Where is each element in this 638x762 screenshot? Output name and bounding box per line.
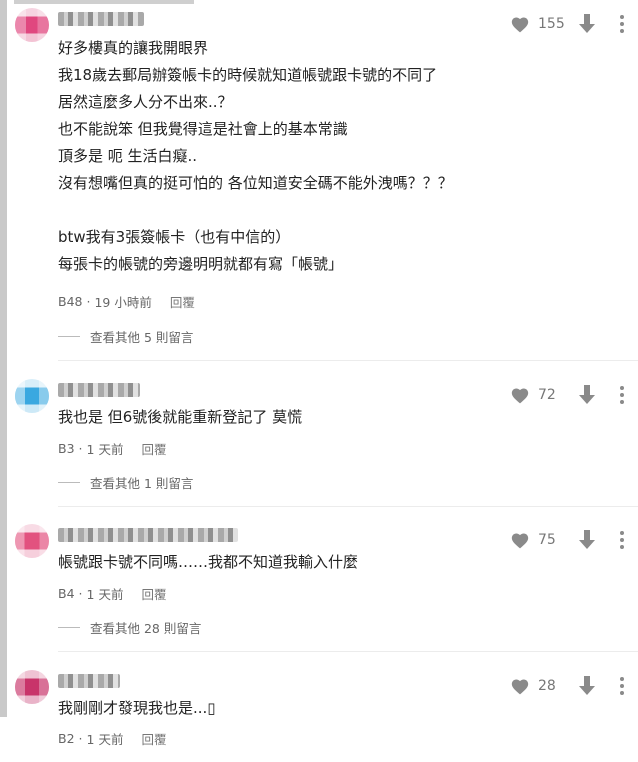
comment-line: 居然這麼多人分不出來..？ — [58, 93, 233, 111]
divider — [58, 651, 638, 652]
view-more-dash — [58, 482, 80, 483]
reply-button[interactable]: 回覆 — [141, 584, 166, 603]
comment-meta: B2 · 1 天前 回覆 — [58, 729, 166, 748]
arrow-down-icon[interactable] — [578, 530, 596, 550]
comment-line: 每張卡的帳號的旁邊明明就都有寫「帳號」 — [58, 255, 344, 273]
author-name-blurred[interactable] — [58, 674, 120, 688]
like-count: 72 — [538, 387, 556, 403]
floor-label: B3 — [58, 441, 75, 456]
comment-text: 帳號跟卡號不同嗎……我都不知道我輸入什麼 — [58, 549, 358, 576]
view-more-label: 查看其他 28 則留言 — [90, 621, 202, 636]
comment-line: btw我有3張簽帳卡（也有中信的） — [58, 228, 291, 246]
view-more-label: 查看其他 5 則留言 — [90, 330, 194, 345]
thread-rail-top — [14, 0, 194, 4]
more-vertical-icon[interactable] — [620, 677, 624, 695]
floor-label: B2 — [58, 731, 75, 746]
timestamp: 1 天前 — [86, 442, 124, 457]
comment-line: 帳號跟卡號不同嗎……我都不知道我輸入什麼 — [58, 553, 359, 571]
comment-line: 我18歲去郵局辦簽帳卡的時候就知道帳號跟卡號的不同了 — [58, 66, 438, 84]
comment-actions: 155 — [510, 14, 624, 34]
view-more-replies[interactable]: 查看其他 1 則留言 — [58, 473, 193, 492]
comment-actions: 72 — [510, 385, 624, 405]
author-name-blurred[interactable] — [58, 383, 140, 397]
reply-button[interactable]: 回覆 — [141, 439, 166, 458]
view-more-label: 查看其他 1 則留言 — [90, 476, 194, 491]
more-vertical-icon[interactable] — [620, 15, 624, 33]
heart-icon[interactable] — [510, 15, 530, 33]
meta-separator: · — [86, 294, 91, 309]
heart-icon[interactable] — [510, 531, 530, 549]
comment-actions: 28 — [510, 676, 624, 696]
avatar[interactable] — [15, 379, 49, 413]
like-count: 75 — [538, 532, 556, 548]
comment-actions: 75 — [510, 530, 624, 550]
comment-line: 沒有想嘴但真的挺可怕的 各位知道安全碼不能外洩嗎？？？ — [58, 174, 453, 192]
timestamp: 19 小時前 — [94, 295, 152, 310]
comment-text: 我剛剛才發現我也是...▯ — [58, 695, 216, 722]
heart-icon[interactable] — [510, 386, 530, 404]
author-name-blurred[interactable] — [58, 12, 144, 26]
arrow-down-icon[interactable] — [578, 14, 596, 34]
view-more-replies[interactable]: 查看其他 28 則留言 — [58, 618, 201, 637]
comment-line: 好多樓真的讓我開眼界 — [58, 39, 209, 57]
divider — [58, 360, 638, 361]
more-vertical-icon[interactable] — [620, 386, 624, 404]
view-more-dash — [58, 627, 80, 628]
comment-line: 我剛剛才發現我也是...▯ — [58, 699, 216, 717]
view-more-replies[interactable]: 查看其他 5 則留言 — [58, 327, 193, 346]
divider — [58, 506, 638, 507]
meta-separator: · — [78, 586, 83, 601]
like-count: 28 — [538, 678, 556, 694]
meta-separator: · — [78, 731, 83, 746]
arrow-down-icon[interactable] — [578, 385, 596, 405]
more-vertical-icon[interactable] — [620, 531, 624, 549]
floor-label: B48 — [58, 294, 83, 309]
thread-rail — [0, 0, 7, 717]
avatar[interactable] — [15, 524, 49, 558]
reply-button[interactable]: 回覆 — [170, 292, 195, 311]
comment-meta: B48 · 19 小時前 回覆 — [58, 292, 195, 311]
comment-meta: B4 · 1 天前 回覆 — [58, 584, 166, 603]
comment-line: 也不能說笨 但我覺得這是社會上的基本常識 — [58, 120, 348, 138]
like-count: 155 — [538, 16, 565, 32]
comment-meta: B3 · 1 天前 回覆 — [58, 439, 166, 458]
author-name-blurred[interactable] — [58, 528, 238, 542]
comment-line — [58, 197, 453, 224]
floor-label: B4 — [58, 586, 75, 601]
avatar[interactable] — [15, 8, 49, 42]
timestamp: 1 天前 — [86, 587, 124, 602]
heart-icon[interactable] — [510, 677, 530, 695]
comment-text: 好多樓真的讓我開眼界 我18歲去郵局辦簽帳卡的時候就知道帳號跟卡號的不同了 居然… — [58, 35, 453, 278]
timestamp: 1 天前 — [86, 732, 124, 747]
comment-line: 頂多是 呃 生活白癡.. — [58, 147, 198, 165]
view-more-dash — [58, 336, 80, 337]
comment-line: 我也是 但6號後就能重新登記了 莫慌 — [58, 408, 303, 426]
comment-text: 我也是 但6號後就能重新登記了 莫慌 — [58, 404, 302, 431]
avatar[interactable] — [15, 670, 49, 704]
meta-separator: · — [78, 441, 83, 456]
arrow-down-icon[interactable] — [578, 676, 596, 696]
reply-button[interactable]: 回覆 — [141, 729, 166, 748]
